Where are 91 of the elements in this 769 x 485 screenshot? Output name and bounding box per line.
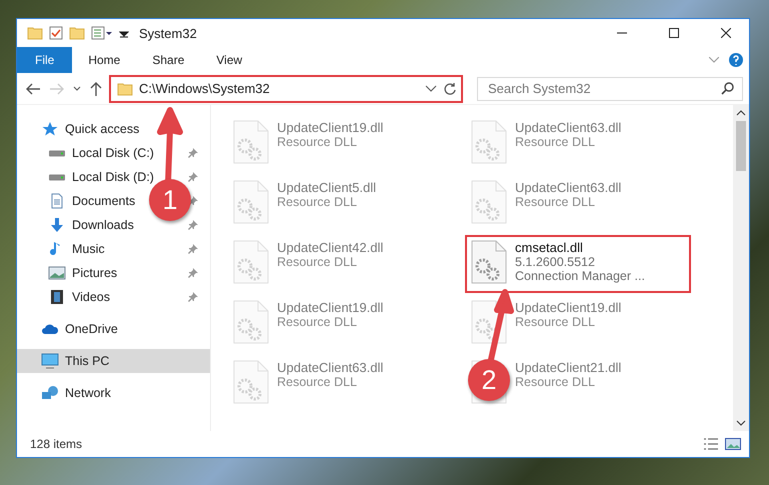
file-detail: 5.1.2600.5512 <box>515 255 596 269</box>
gear-file-icon <box>233 300 269 344</box>
window-title: System32 <box>139 26 198 40</box>
chevron-down-icon[interactable] <box>425 84 437 92</box>
file-detail: Connection Manager ... <box>515 269 645 283</box>
file-detail: Resource DLL <box>515 315 596 329</box>
pin-icon[interactable] <box>188 268 198 278</box>
gear-file-icon <box>233 360 269 404</box>
file-detail: Resource DLL <box>277 195 358 209</box>
file-name[interactable]: UpdateClient19.dll <box>277 300 384 315</box>
sidebar-item-label: OneDrive <box>65 322 118 336</box>
item-count: 128 items <box>30 437 84 451</box>
film-icon <box>48 289 66 305</box>
details-view-icon[interactable] <box>703 438 719 450</box>
file-name[interactable]: UpdateClient63.dll <box>277 360 384 375</box>
sidebar-item[interactable]: Quick access <box>17 117 210 141</box>
drive-icon <box>48 174 66 180</box>
pin-icon[interactable] <box>188 292 198 302</box>
sidebar-item[interactable]: Videos <box>17 285 116 309</box>
gear-file-icon <box>233 120 269 164</box>
gear-file-icon <box>471 180 507 224</box>
sidebar-item[interactable]: Local Disk (C:) <box>17 141 160 165</box>
gear-file-icon <box>233 240 269 284</box>
refresh-icon[interactable] <box>443 82 457 96</box>
sidebar-item-label: Music <box>72 242 105 256</box>
large-icons-view-icon[interactable] <box>725 438 741 450</box>
pin-icon[interactable] <box>188 220 198 230</box>
gear-file-icon <box>233 180 269 224</box>
file-detail: Resource DLL <box>277 135 358 149</box>
file-detail: Resource DLL <box>277 315 358 329</box>
scroll-down-icon[interactable] <box>736 419 746 427</box>
file-name[interactable]: UpdateClient5.dll <box>277 180 376 195</box>
sidebar-item-label: Downloads <box>72 218 134 232</box>
pin-icon[interactable] <box>188 172 198 182</box>
file-name[interactable]: cmsetacl.dll <box>515 240 645 255</box>
sidebar-item[interactable]: Music <box>17 237 111 261</box>
pin-icon[interactable] <box>188 244 198 254</box>
chevron-down-icon <box>73 86 81 92</box>
file-detail: Resource DLL <box>515 135 596 149</box>
folder-icon <box>27 26 43 40</box>
ribbon-tab[interactable]: Share <box>136 47 200 73</box>
recent-locations-button[interactable] <box>71 84 83 94</box>
file-name[interactable]: UpdateClient19.dll <box>515 300 622 315</box>
sidebar-item[interactable]: Documents <box>17 189 142 213</box>
maximize-icon <box>669 28 679 38</box>
properties-icon <box>91 26 113 40</box>
gear-file-icon <box>471 120 507 164</box>
scrollbar-thumb[interactable] <box>736 121 746 171</box>
search-icon <box>721 82 734 95</box>
file-name[interactable]: UpdateClient42.dll <box>277 240 384 255</box>
file-name[interactable]: UpdateClient19.dll <box>277 120 384 135</box>
drive-icon <box>48 150 66 156</box>
ribbon-tab[interactable]: View <box>200 47 258 73</box>
folder-icon <box>117 82 133 96</box>
search-field[interactable]: Search System32 <box>477 76 743 100</box>
address-path: C:\Windows\System32 <box>139 81 271 96</box>
file-detail: Resource DLL <box>515 195 596 209</box>
gear-file-icon <box>471 240 507 284</box>
sidebar-item[interactable]: Network <box>17 381 210 405</box>
address-bar[interactable]: C:\Windows\System32 <box>109 74 463 102</box>
download-icon <box>48 217 66 233</box>
picture-icon <box>48 265 66 281</box>
sidebar-item[interactable]: This PC <box>17 349 210 373</box>
sidebar-item-label: This PC <box>65 354 110 368</box>
sidebar-item[interactable]: OneDrive <box>17 317 210 341</box>
sidebar-item[interactable]: Downloads <box>17 213 140 237</box>
file-detail: Resource DLL <box>277 255 358 269</box>
scroll-up-icon[interactable] <box>736 109 746 117</box>
ribbon-tab[interactable]: Home <box>72 47 136 73</box>
sidebar-item-label: Local Disk (C:) <box>72 146 154 160</box>
scrollbar[interactable] <box>733 105 749 431</box>
close-icon <box>721 28 731 38</box>
file-menu-tab[interactable]: File <box>17 47 72 73</box>
sidebar-item-label: Videos <box>72 290 110 304</box>
help-icon[interactable] <box>729 53 743 67</box>
pin-icon[interactable] <box>188 148 198 158</box>
file-name[interactable]: UpdateClient21.dll <box>515 360 622 375</box>
star-icon <box>41 121 59 137</box>
computer-icon <box>41 353 59 369</box>
network-icon <box>41 385 59 401</box>
sidebar-item-label: Pictures <box>72 266 118 280</box>
file-name[interactable]: UpdateClient63.dll <box>515 180 622 195</box>
sidebar-item-label: Network <box>65 386 111 400</box>
sidebar-item-label: Documents <box>72 194 136 208</box>
file-name[interactable]: UpdateClient63.dll <box>515 120 622 135</box>
sidebar-item[interactable]: Pictures <box>17 261 124 285</box>
file-detail: Resource DLL <box>515 375 596 389</box>
checkmark-icon <box>49 26 63 40</box>
sidebar-item-label: Quick access <box>65 122 140 136</box>
folder-icon <box>69 26 85 40</box>
file-detail: Resource DLL <box>277 375 358 389</box>
